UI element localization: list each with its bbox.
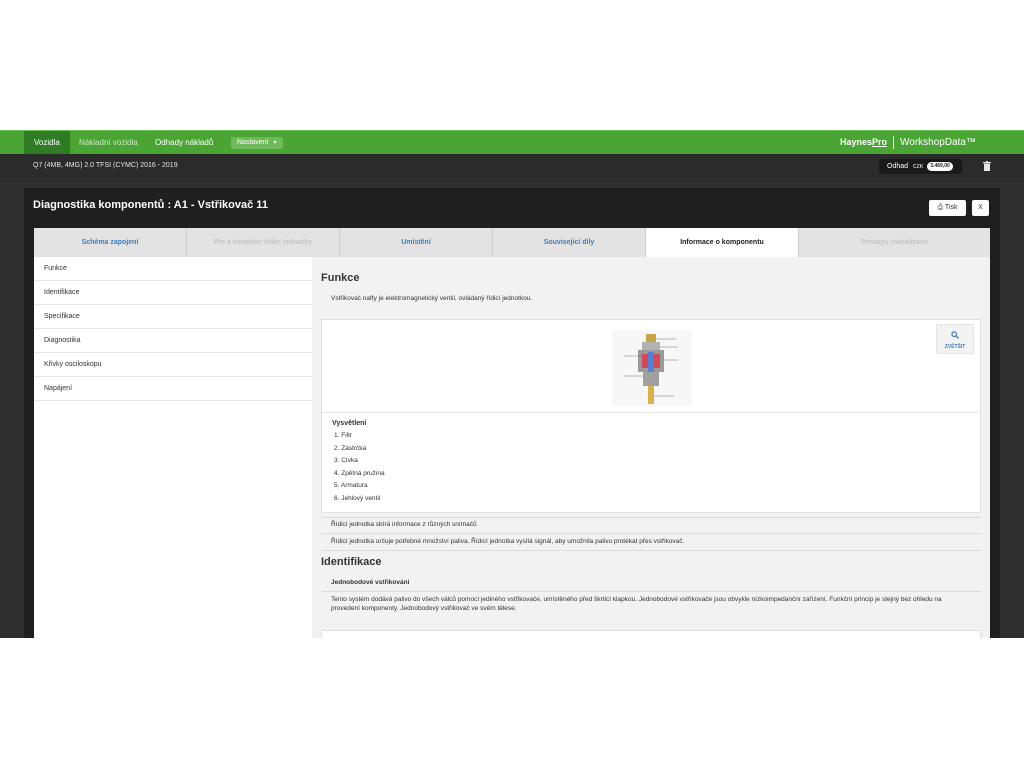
section-nav-specification[interactable]: Specifikace xyxy=(34,305,312,329)
settings-label: Nastavení xyxy=(237,139,269,146)
legend-item: 1. Filtr xyxy=(334,432,353,439)
tab-wiring-diagram[interactable]: Schéma zapojení xyxy=(34,228,187,257)
identification-text: Tento systém dodává palivo do všech válc… xyxy=(331,596,942,603)
tab-location[interactable]: Umístění xyxy=(340,228,493,257)
brand-product: WorkshopData™ xyxy=(900,137,976,148)
identification-heading: Identifikace xyxy=(321,556,382,568)
component-diagnostics-modal: Diagnostika komponentů : A1 - Vstřikovač… xyxy=(24,188,1000,638)
note-text: Řídicí jednotka určuje potřebné množství… xyxy=(331,538,685,545)
top-navbar: Vozidla Nákladní vozidla Odhady nákladů … xyxy=(0,130,1024,154)
function-text: Vstřikovač nafty je elektromagnetický ve… xyxy=(331,295,533,302)
section-nav: Funkce Identifikace Specifikace Diagnost… xyxy=(34,257,312,638)
section-nav-oscilloscope[interactable]: Křivky osciloskopu xyxy=(34,353,312,377)
component-image-card xyxy=(321,630,981,638)
trash-icon[interactable] xyxy=(983,161,991,171)
estimate-amount: 3.469,00 xyxy=(927,161,953,171)
legend-item: 6. Jehlový ventil xyxy=(334,495,381,502)
legend-item: 2. Zástrčka xyxy=(334,445,367,452)
tab-ecu-pin-connector[interactable]: Pin a konektor řídicí jednotky xyxy=(187,228,340,257)
divider xyxy=(321,533,981,534)
zoom-label: ZVĚTŠIT xyxy=(944,344,966,350)
nav-tab-trucks[interactable]: Nákladní vozidla xyxy=(69,131,148,154)
magnifier-icon xyxy=(951,331,959,339)
identification-text: provedení komponenty. Jednobodový vstřik… xyxy=(331,605,517,612)
tab-related-parts[interactable]: Související díly xyxy=(493,228,646,257)
divider xyxy=(321,517,981,518)
chevron-down-icon: ▾ xyxy=(273,140,277,146)
legend-item: 3. Cívka xyxy=(334,457,358,464)
modal-tabs: Schéma zapojení Pin a konektor řídicí je… xyxy=(34,228,990,257)
function-heading: Funkce xyxy=(321,272,360,284)
modal-title: Diagnostika komponentů : A1 - Vstřikovač… xyxy=(33,199,268,211)
brand-logo: HaynesPro WorkshopData™ xyxy=(840,131,976,154)
nav-tab-cost-estimates[interactable]: Odhady nákladů xyxy=(145,131,223,154)
brand-pro: Pro xyxy=(872,137,888,147)
section-nav-diagnostics[interactable]: Diagnostika xyxy=(34,329,312,353)
tab-initialization[interactable]: Postupy inicializace xyxy=(799,228,990,257)
print-icon: ⎙ xyxy=(937,204,944,211)
currency-code: CZK xyxy=(913,164,924,170)
vehicle-name[interactable]: Q7 (4MB, 4MG) 2.0 TFSI (CYMC) 2016 - 201… xyxy=(33,154,178,178)
divider xyxy=(321,591,981,592)
legend-title: Vysvětlení xyxy=(332,420,367,427)
settings-dropdown[interactable]: Nastavení ▾ xyxy=(231,137,283,149)
close-button[interactable]: X xyxy=(972,200,989,216)
brand-separator xyxy=(893,135,895,149)
divider xyxy=(321,550,981,551)
injector-diagram[interactable] xyxy=(612,330,692,406)
tab-component-info[interactable]: Informace o komponentu xyxy=(646,228,799,257)
content-pane[interactable]: Funkce Vstřikovač nafty je elektromagnet… xyxy=(312,257,990,638)
identification-subheading: Jednobodové vstřikování xyxy=(331,579,410,586)
app-root: Vozidla Nákladní vozidla Odhady nákladů … xyxy=(0,0,1024,768)
divider xyxy=(322,412,980,413)
section-nav-power-supply[interactable]: Napájení xyxy=(34,377,312,401)
estimate-label: Odhad xyxy=(887,163,909,170)
print-label: Tisk xyxy=(944,204,958,211)
print-button[interactable]: ⎙ Tisk xyxy=(929,200,966,216)
section-nav-function[interactable]: Funkce xyxy=(34,257,312,281)
note-text: Řídicí jednotka sbírá informace z různýc… xyxy=(331,521,477,528)
modal-body: Funkce Identifikace Specifikace Diagnost… xyxy=(34,257,990,638)
legend-item: 4. Zpětná pružina xyxy=(334,470,385,477)
estimate-box[interactable]: Odhad CZK 3.469,00 xyxy=(879,159,962,174)
legend-item: 5. Armatura xyxy=(334,482,368,489)
zoom-button[interactable]: ZVĚTŠIT xyxy=(936,324,974,354)
brand-haynes: Haynes xyxy=(839,137,873,147)
nav-tab-vehicles[interactable]: Vozidla xyxy=(24,131,70,154)
section-nav-identification[interactable]: Identifikace xyxy=(34,281,312,305)
component-image-card: ZVĚTŠIT Vysvětlení 1. Filtr 2. Zástrčka … xyxy=(321,319,981,513)
vehicle-bar: Q7 (4MB, 4MG) 2.0 TFSI (CYMC) 2016 - 201… xyxy=(0,154,1024,178)
